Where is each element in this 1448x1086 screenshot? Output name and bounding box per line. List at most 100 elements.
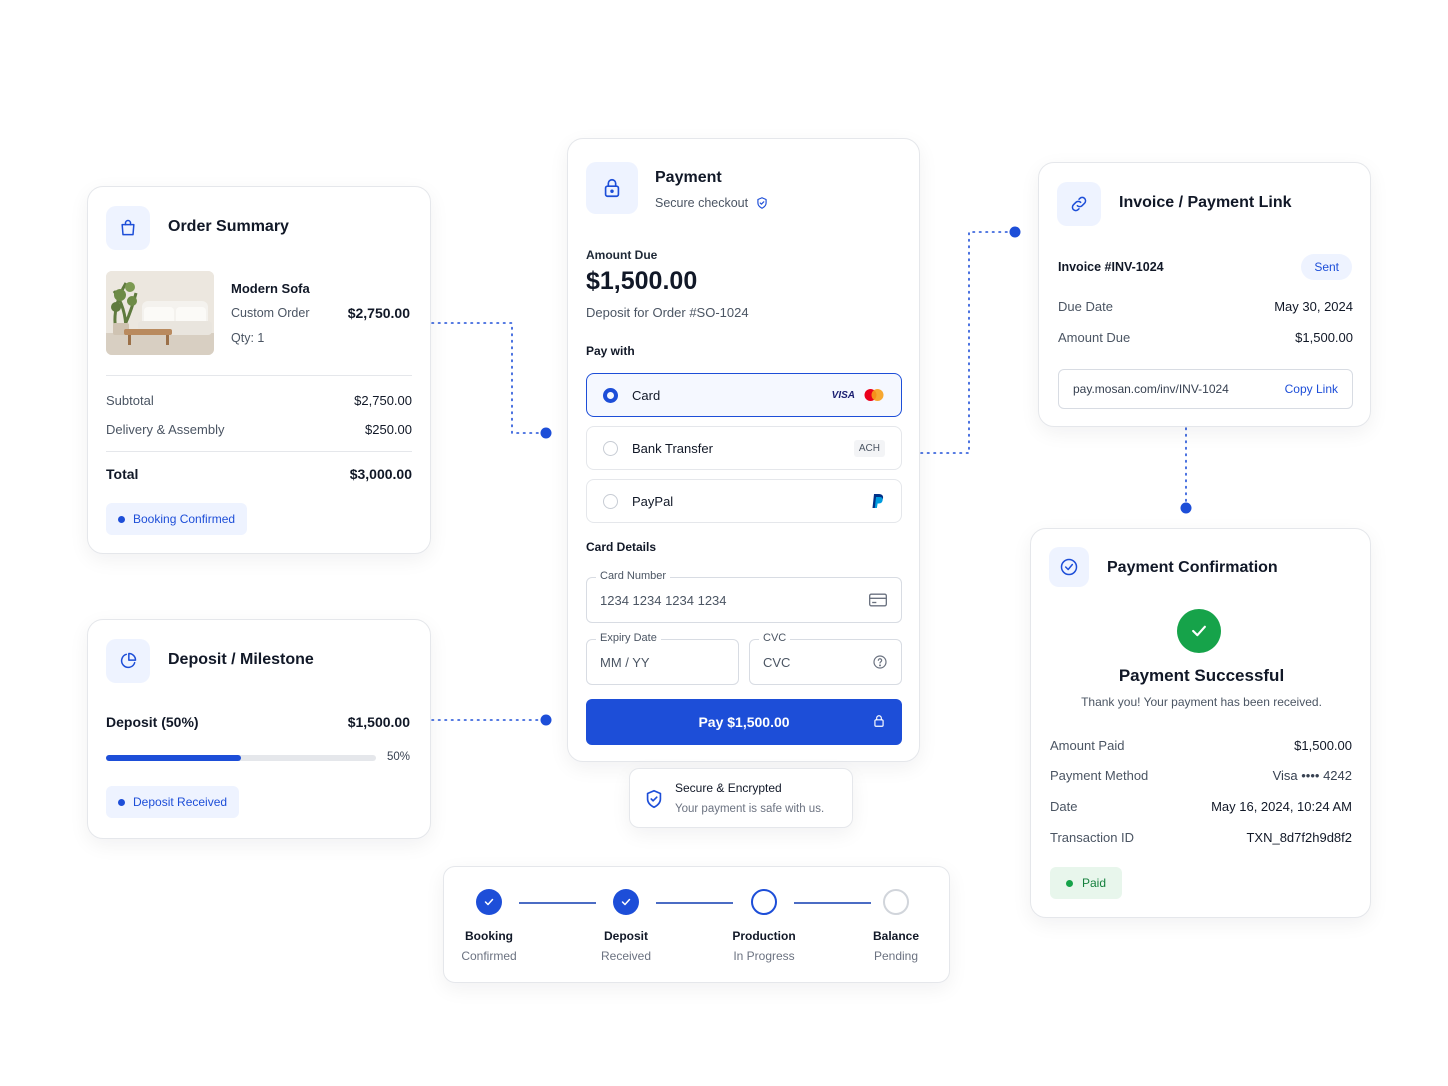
divider xyxy=(106,375,412,376)
card-details-label: Card Details xyxy=(586,540,657,554)
check-circle-icon xyxy=(1049,547,1089,587)
amount-paid-value: $1,500.00 xyxy=(1294,738,1352,753)
confirmation-row: Amount Paid $1,500.00 xyxy=(1050,738,1352,753)
lock-icon xyxy=(874,715,884,727)
confirmation-title: Payment Confirmation xyxy=(1107,559,1278,576)
pie-chart-icon xyxy=(106,639,150,683)
ach-badge: ACH xyxy=(853,439,885,457)
payment-option-paypal[interactable]: PayPal xyxy=(586,479,902,523)
step-subtitle: Received xyxy=(600,949,652,963)
card-number-label: Card Number xyxy=(596,570,671,582)
payment-title: Payment xyxy=(655,169,722,186)
payment-method-value: Visa •••• 4242 xyxy=(1272,768,1352,783)
total-value: $3,000.00 xyxy=(349,466,412,482)
paypal-logo-icon xyxy=(872,494,884,508)
secure-title: Secure & Encrypted xyxy=(675,781,782,795)
pending-step-circle-icon xyxy=(883,889,909,915)
option-paypal-label: PayPal xyxy=(632,493,674,509)
delivery-label: Delivery & Assembly xyxy=(106,422,225,437)
paid-status-badge: Paid xyxy=(1050,867,1123,899)
shopping-bag-icon xyxy=(106,206,150,250)
amount-due-value: $1,500.00 xyxy=(586,267,698,295)
expiry-date-input[interactable]: Expiry Date MM / YY xyxy=(586,632,739,685)
payment-link-field[interactable]: pay.mosan.com/inv/INV-1024 Copy Link xyxy=(1058,369,1353,409)
pay-with-label: Pay with xyxy=(586,344,635,358)
cvc-input[interactable]: CVC CVC xyxy=(749,632,902,685)
radio-selected[interactable] xyxy=(603,387,618,403)
deposit-value: $1,500.00 xyxy=(347,714,410,730)
help-circle-icon[interactable] xyxy=(872,654,888,670)
copy-link-button[interactable]: Copy Link xyxy=(1285,382,1338,396)
deposit-status-badge: Deposit Received xyxy=(106,786,240,818)
current-step-circle-icon xyxy=(751,889,777,915)
secure-encrypted-card: Secure & Encrypted Your payment is safe … xyxy=(629,768,853,828)
invoice-status-badge: Sent xyxy=(1301,254,1352,280)
amount-paid-label: Amount Paid xyxy=(1050,738,1125,753)
invoice-amount-label: Amount Due xyxy=(1058,330,1131,345)
step-production: Production In Progress xyxy=(719,889,809,963)
secure-subtitle: Your payment is safe with us. xyxy=(675,803,825,815)
transaction-id-value: TXN_8d7f2h9d8f2 xyxy=(1246,830,1352,845)
expiry-placeholder: MM / YY xyxy=(600,654,650,670)
credit-card-icon xyxy=(869,593,887,607)
date-label: Date xyxy=(1050,799,1078,814)
step-title: Production xyxy=(732,929,796,943)
pay-button[interactable]: Pay $1,500.00 xyxy=(586,699,902,745)
status-dot xyxy=(118,798,125,806)
radio-unselected[interactable] xyxy=(603,493,618,509)
delivery-row: Delivery & Assembly $250.00 xyxy=(106,422,412,437)
step-deposit: Deposit Received xyxy=(586,889,666,963)
deposit-status-label: Deposit Received xyxy=(133,795,228,809)
progress-steps-card: Booking Confirmed Deposit Received Produ… xyxy=(443,866,950,983)
check-icon xyxy=(476,889,502,915)
payment-method-label: Payment Method xyxy=(1050,768,1149,783)
due-date-label: Due Date xyxy=(1058,299,1113,314)
deposit-title: Deposit / Milestone xyxy=(168,651,314,668)
due-date-row: Due Date May 30, 2024 xyxy=(1058,299,1353,314)
transaction-id-label: Transaction ID xyxy=(1050,830,1135,845)
booking-status-badge: Booking Confirmed xyxy=(106,503,248,535)
cvc-placeholder: CVC xyxy=(763,654,791,670)
deposit-progress-label: 50% xyxy=(386,751,410,763)
date-value: May 16, 2024, 10:24 AM xyxy=(1211,799,1352,814)
total-row: Total $3,000.00 xyxy=(106,466,412,482)
option-bank-label: Bank Transfer xyxy=(632,440,713,456)
deposit-progress-track xyxy=(106,755,376,761)
invoice-title: Invoice / Payment Link xyxy=(1119,194,1292,211)
link-icon xyxy=(1057,182,1101,226)
status-dot xyxy=(1066,879,1073,887)
product-type: Custom Order xyxy=(231,306,310,320)
secure-checkout-label: Secure checkout xyxy=(655,196,749,210)
step-subtitle: In Progress xyxy=(733,949,795,963)
confirmation-row: Date May 16, 2024, 10:24 AM xyxy=(1050,799,1352,814)
amount-due-label: Amount Due xyxy=(586,248,658,262)
step-title: Booking xyxy=(465,929,513,943)
subtotal-row: Subtotal $2,750.00 xyxy=(106,393,412,408)
step-balance: Balance Pending xyxy=(856,889,936,963)
payment-option-card[interactable]: Card VISA xyxy=(586,373,902,417)
success-message: Thank you! Your payment has been receive… xyxy=(1081,695,1322,709)
invoice-number: Invoice #INV-1024 xyxy=(1058,260,1164,274)
success-check-icon xyxy=(1177,609,1221,653)
shield-check-icon xyxy=(757,197,767,209)
status-dot xyxy=(118,515,125,523)
option-card-label: Card xyxy=(632,387,661,403)
check-icon xyxy=(613,889,639,915)
radio-unselected[interactable] xyxy=(603,440,618,456)
product-name: Modern Sofa xyxy=(231,281,310,296)
visa-logo-icon: VISA xyxy=(831,389,855,401)
confirmation-row: Transaction ID TXN_8d7f2h9d8f2 xyxy=(1050,830,1352,845)
due-date-value: May 30, 2024 xyxy=(1274,299,1353,314)
deposit-progress-fill xyxy=(106,755,241,761)
divider xyxy=(106,451,412,452)
card-number-input[interactable]: Card Number 1234 1234 1234 1234 xyxy=(586,570,902,623)
subtotal-label: Subtotal xyxy=(106,393,154,408)
payment-card: Payment Secure checkout Amount Due $1,50… xyxy=(567,138,920,762)
payment-link-url: pay.mosan.com/inv/INV-1024 xyxy=(1073,382,1229,396)
invoice-amount-row: Amount Due $1,500.00 xyxy=(1058,330,1353,345)
product-qty: Qty: 1 xyxy=(231,331,265,345)
card-number-placeholder: 1234 1234 1234 1234 xyxy=(600,592,727,608)
step-subtitle: Confirmed xyxy=(461,949,517,963)
delivery-value: $250.00 xyxy=(365,422,412,437)
payment-option-bank-transfer[interactable]: Bank Transfer ACH xyxy=(586,426,902,470)
